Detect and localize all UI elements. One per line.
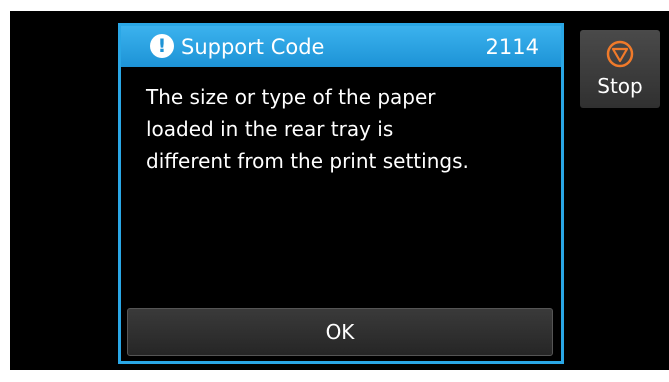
- message-line: The size or type of the paper: [146, 85, 436, 109]
- message-line: loaded in the rear tray is: [146, 117, 394, 141]
- support-code-number: 2114: [485, 35, 539, 59]
- stop-icon: [606, 40, 634, 68]
- alert-icon: !: [150, 34, 174, 58]
- dialog-message: The size or type of the paper loaded in …: [146, 81, 546, 177]
- dialog-title: Support Code: [181, 35, 325, 59]
- stop-button[interactable]: Stop: [580, 30, 660, 108]
- ok-button[interactable]: OK: [127, 308, 553, 356]
- stop-label: Stop: [597, 74, 643, 98]
- support-code-dialog: ! Support Code 2114 The size or type of …: [118, 23, 564, 364]
- message-line: different from the print settings.: [146, 149, 469, 173]
- dialog-header: ! Support Code 2114: [121, 26, 561, 67]
